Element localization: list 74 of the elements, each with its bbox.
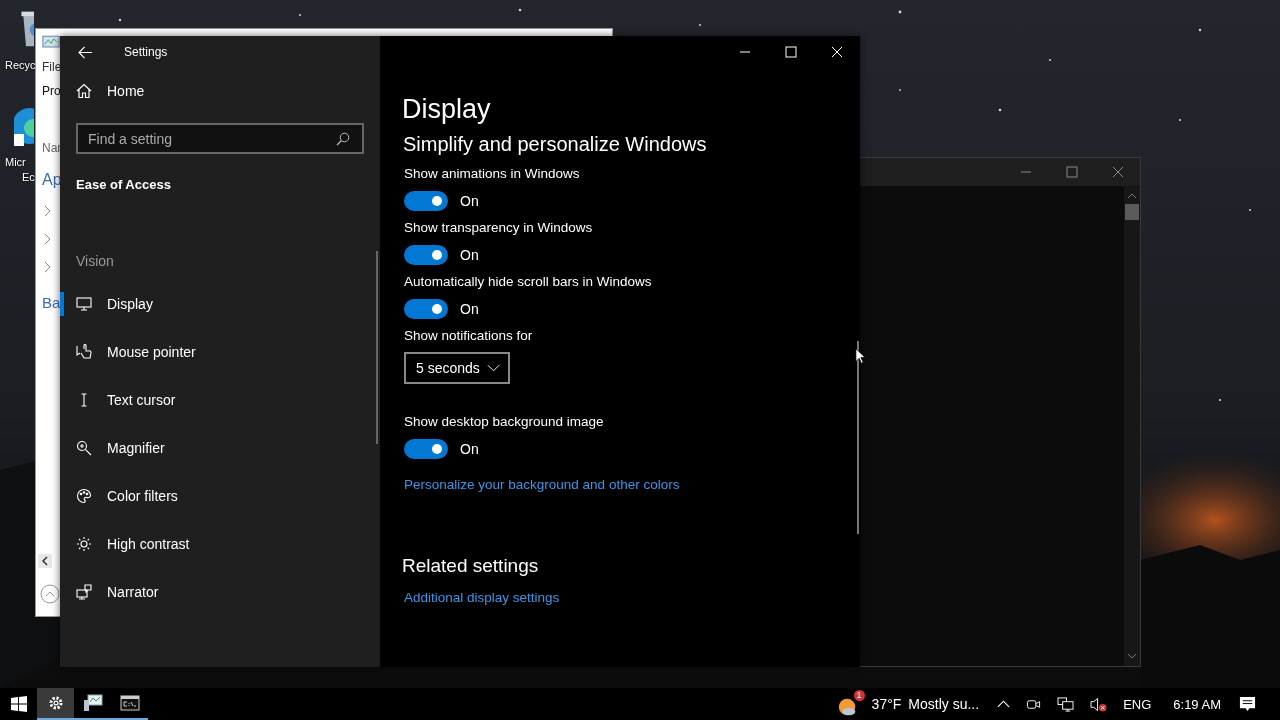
scroll-down-icon[interactable] [1127, 652, 1137, 660]
nav-item[interactable]: Magnifier [60, 424, 165, 472]
window-title: Settings [124, 45, 168, 59]
home-icon [76, 83, 92, 99]
nav-item[interactable]: Display [60, 280, 153, 328]
narrator-icon [76, 584, 92, 600]
page-title: Display [402, 93, 491, 126]
toggle-switch[interactable] [404, 191, 448, 211]
dropdown[interactable]: 5 seconds [404, 352, 510, 384]
setting-label: Show transparency in Windows [404, 220, 593, 236]
notification-badge: 1 [853, 690, 865, 701]
chevron-icon[interactable] [43, 233, 51, 245]
chevron-icon[interactable] [43, 205, 51, 217]
monitor-chart-icon [82, 694, 103, 712]
search-icon[interactable] [336, 132, 350, 146]
chevron-down-icon [487, 364, 500, 372]
link[interactable]: Personalize your background and other colors [404, 477, 680, 492]
settings-app-icon[interactable] [37, 688, 74, 720]
chevron-icon[interactable] [43, 261, 51, 273]
section-title: Ease of Access [76, 177, 171, 192]
language-indicator[interactable]: ENG [1123, 696, 1152, 712]
sun-icon [76, 536, 92, 552]
muted-speaker-icon[interactable] [1090, 696, 1108, 712]
toggle-switch[interactable] [404, 299, 448, 319]
setting-label: Show notifications for [404, 328, 533, 344]
toggle-state: On [460, 193, 479, 209]
toggle-state: On [460, 441, 479, 457]
nav-item[interactable]: Color filters [60, 472, 178, 520]
setting-label: Show animations in Windows [404, 166, 580, 182]
scrollbar[interactable] [376, 251, 378, 444]
nav-item[interactable]: High contrast [60, 520, 190, 568]
section-heading: Simplify and personalize Windows [403, 132, 707, 157]
magnifier-icon [76, 440, 92, 456]
chevron-up-icon[interactable] [997, 700, 1011, 708]
weather-condition[interactable]: Mostly su... [908, 696, 980, 712]
hand-pointer-icon [76, 344, 92, 360]
link[interactable]: Additional display settings [404, 590, 560, 605]
back-arrow-icon[interactable] [78, 45, 93, 59]
gear-icon [47, 695, 64, 711]
desktop-icon-label[interactable]: Micr [5, 155, 26, 170]
scroll-left-icon[interactable] [38, 554, 52, 568]
section-heading: Related settings [402, 554, 539, 578]
window-label[interactable]: Ba [42, 294, 61, 311]
window-icon [42, 35, 60, 50]
home-nav-item[interactable]: Home [76, 77, 145, 105]
setting-label: Show desktop background image [404, 414, 604, 430]
window-label[interactable]: Nar [42, 141, 62, 155]
scroll-thumb[interactable] [1125, 204, 1139, 220]
scrollbar[interactable] [857, 341, 859, 534]
scroll-up-icon[interactable] [1127, 192, 1137, 200]
toggle-state: On [460, 247, 479, 263]
network-icon[interactable] [1057, 696, 1075, 712]
clock[interactable]: 6:19 AM [1173, 696, 1221, 712]
terminal-icon [119, 695, 140, 711]
toggle-switch[interactable] [404, 245, 448, 265]
collapse-icon[interactable] [40, 584, 60, 604]
temperature[interactable]: 37°F [871, 696, 902, 712]
window-label[interactable]: Pro [42, 84, 61, 98]
monitor-icon [76, 296, 92, 312]
toggle-switch[interactable] [404, 439, 448, 459]
nav-item[interactable]: Narrator [60, 568, 159, 616]
group-label: Vision [76, 253, 114, 269]
nav-item[interactable]: Mouse pointer [60, 328, 196, 376]
palette-icon [76, 488, 92, 504]
windows-logo-icon [10, 696, 27, 712]
desktop-icon-label[interactable]: Ec [22, 170, 35, 185]
toggle-state: On [460, 301, 479, 317]
scrollbar[interactable] [1124, 186, 1140, 666]
notifications-icon[interactable] [1239, 695, 1256, 713]
setting-label: Automatically hide scroll bars in Windows [404, 274, 652, 290]
search-field[interactable]: Find a setting [76, 123, 364, 154]
window-label[interactable]: File [42, 60, 62, 74]
nav-item[interactable]: Text cursor [60, 376, 176, 424]
desktop-icon-label[interactable]: Recyc [5, 58, 36, 73]
